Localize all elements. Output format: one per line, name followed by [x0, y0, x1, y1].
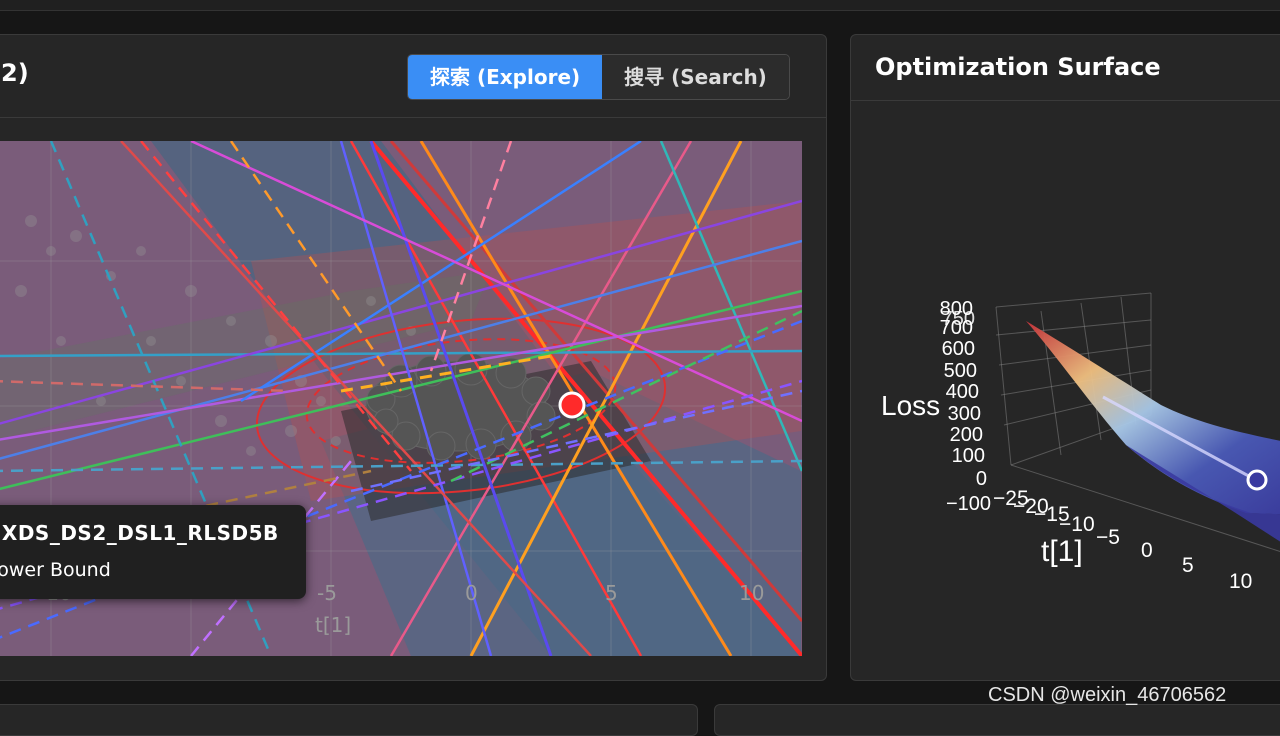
- tooltip-subtitle: Lower Bound: [0, 559, 111, 581]
- surface-plot-3d[interactable]: 800 750 700 600 500 400 300 200 100 0 −1…: [851, 35, 1280, 680]
- z-tick-label: 300: [948, 403, 981, 425]
- x-tick-label: −10: [1059, 513, 1095, 536]
- optimization-surface-panel: Optimization Surface 800 750 700 600 500…: [850, 34, 1280, 681]
- explore-tab[interactable]: 探索 (Explore): [408, 55, 603, 99]
- z-tick-label: 0: [976, 468, 987, 490]
- explore-panel-title: 2): [1, 59, 29, 87]
- top-bar: [0, 0, 1280, 11]
- hover-tooltip: SXDS_DS2_DSL1_RLSD5B Lower Bound: [0, 505, 306, 599]
- watermark-text: CSDN @weixin_46706562: [988, 684, 1227, 706]
- z-tick-label: 200: [950, 424, 983, 446]
- x-axis-label: t[1]: [1041, 535, 1083, 568]
- z-tick-label: −100: [946, 493, 991, 515]
- z-axis-label: Loss: [881, 390, 940, 421]
- z-tick-label: 500: [944, 360, 977, 382]
- x-tick-label: 10: [739, 581, 764, 605]
- x-tick-label: -5: [317, 581, 337, 605]
- loss-surface: [1026, 321, 1280, 515]
- current-point-marker-3d: [1246, 469, 1268, 491]
- z-tick-label: 600: [942, 338, 975, 360]
- tooltip-title: SXDS_DS2_DSL1_RLSD5B: [0, 521, 279, 545]
- bottom-right-panel: [714, 704, 1280, 736]
- z-tick-label: 400: [946, 381, 979, 403]
- x-tick-label: 0: [465, 581, 478, 605]
- bottom-left-panel: [0, 704, 698, 736]
- current-point-marker: [558, 391, 586, 419]
- x-tick-label: 10: [1229, 570, 1252, 593]
- x-axis-label: t[1]: [315, 613, 351, 637]
- x-tick-label: 0: [1141, 539, 1153, 562]
- z-tick-label: 700: [940, 317, 973, 339]
- mode-toggle: 探索 (Explore) 搜寻 (Search): [407, 54, 790, 100]
- x-tick-label: 5: [605, 581, 618, 605]
- explore-panel: 2) 探索 (Explore) 搜寻 (Search) -5 0 5 10 t[…: [0, 34, 827, 681]
- z-tick-label: 100: [952, 445, 985, 467]
- x-tick-label: −5: [1096, 526, 1120, 549]
- x-tick-label: 5: [1182, 554, 1194, 577]
- explore-panel-header: 2) 探索 (Explore) 搜寻 (Search): [0, 35, 826, 118]
- search-tab[interactable]: 搜寻 (Search): [602, 55, 789, 99]
